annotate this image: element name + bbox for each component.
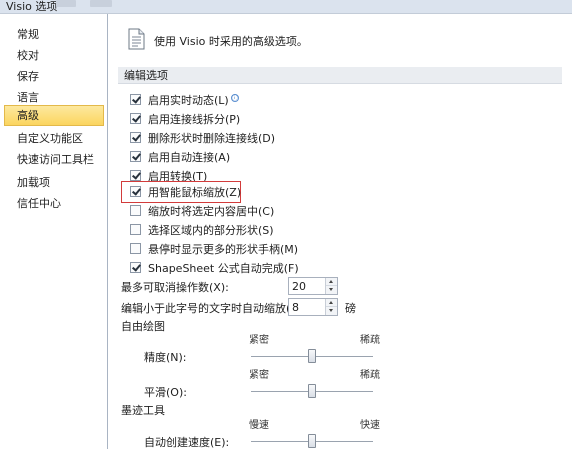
option-label: 启用实时动态(L) [148,94,229,107]
option-label: 启用自动连接(A) [148,151,231,164]
ink-group-title: 墨迹工具 [121,404,165,417]
ribbon-tab-ghost [56,0,76,7]
checkbox[interactable] [130,243,141,254]
slider-thumb[interactable] [308,349,316,363]
spin-up-icon[interactable] [326,299,337,307]
section-header-edit-options: 编辑选项 [118,67,562,84]
option-label: 删除形状时删除连接线(D) [148,132,276,145]
nav-item-advanced[interactable]: 高级 [4,105,104,126]
checkbox[interactable] [130,113,141,124]
checkbox[interactable] [130,94,141,105]
slider-max-label: 快速 [360,420,380,431]
slider-min-label: 紧密 [249,370,269,381]
checkbox[interactable] [130,132,141,143]
option-label: ShapeSheet 公式自动完成(F) [148,262,299,275]
nav-item-trust-center[interactable]: 信任中心 [4,193,104,214]
spin-down-icon[interactable] [326,286,337,294]
undo-levels-spinner[interactable]: 20 [288,277,338,295]
checkbox[interactable] [130,205,141,216]
nav-item-save[interactable]: 保存 [4,66,104,87]
option-label: 用智能鼠标缩放(Z) [148,186,242,199]
spin-up-icon[interactable] [326,278,337,286]
checkbox[interactable] [130,151,141,162]
options-document-icon [128,28,145,50]
option-label: 缩放时将选定内容居中(C) [148,205,275,218]
auto-zoom-text-spinner[interactable]: 8 [288,298,338,316]
checkbox[interactable] [130,170,141,181]
precision-label: 精度(N): [144,351,187,364]
freeform-group-title: 自由绘图 [121,320,165,333]
nav-item-customize-ribbon[interactable]: 自定义功能区 [4,128,104,149]
unit-label: 磅 [345,302,356,315]
option-label: 选择区域内的部分形状(S) [148,224,274,237]
nav-item-quick-access-toolbar[interactable]: 快速访问工具栏 [4,149,104,170]
slider-thumb[interactable] [308,434,316,448]
page-description: 使用 Visio 时采用的高级选项。 [154,35,308,48]
nav-item-proofing[interactable]: 校对 [4,45,104,66]
slider-min-label: 紧密 [249,335,269,346]
slider-max-label: 稀疏 [360,335,380,346]
auto-create-speed-label: 自动创建速度(E): [144,436,230,449]
nav-item-add-ins[interactable]: 加载项 [4,172,104,193]
precision-slider[interactable] [251,349,373,365]
spinner-value: 8 [292,301,299,314]
slider-min-label: 慢速 [249,420,269,431]
info-icon: ⓘ [230,94,239,102]
slider-thumb[interactable] [308,384,316,398]
title-bar: Visio 选项 [0,0,572,14]
option-label: 启用连接线拆分(P) [148,113,241,126]
auto-create-speed-slider[interactable] [251,434,373,450]
option-label: 悬停时显示更多的形状手柄(M) [148,243,299,256]
checkbox[interactable] [130,262,141,273]
ribbon-tab-ghost [90,0,112,7]
options-nav: 常规 校对 保存 语言 高级 自定义功能区 快速访问工具栏 加载项 信任中心 [0,14,108,449]
advanced-options-panel: 使用 Visio 时采用的高级选项。 编辑选项 启用实时动态(L) ⓘ 启用连接线… [108,14,572,449]
window-title: Visio 选项 [6,0,58,13]
slider-max-label: 稀疏 [360,370,380,381]
smoothing-label: 平滑(O): [144,386,187,399]
spinner-value: 20 [292,280,306,293]
spin-down-icon[interactable] [326,307,337,315]
checkbox[interactable] [130,186,141,197]
auto-zoom-text-label: 编辑小于此字号的文字时自动缩放(T): [121,302,306,315]
checkbox[interactable] [130,224,141,235]
nav-item-general[interactable]: 常规 [4,24,104,45]
undo-levels-label: 最多可取消操作数(X): [121,281,229,294]
smoothing-slider[interactable] [251,384,373,400]
